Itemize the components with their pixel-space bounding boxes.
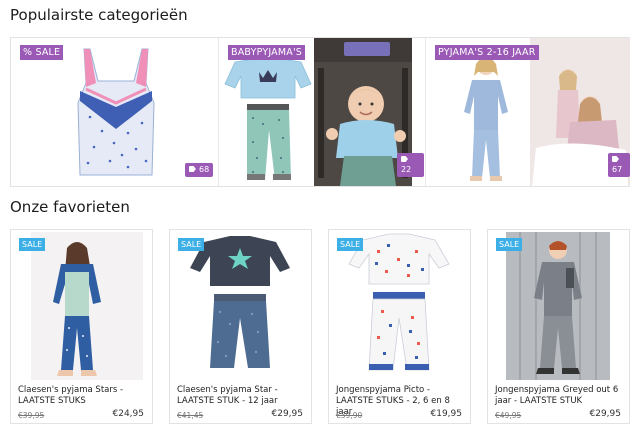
- price: €29,95: [271, 409, 304, 419]
- price: €19,95: [430, 409, 463, 419]
- category-tile-babypyjamas[interactable]: BABYPYJAMA'S 22: [218, 38, 424, 186]
- old-price: €39,90: [336, 411, 363, 420]
- sale-badge: SALE: [496, 238, 523, 251]
- category-label: PYJAMA'S 2-16 JAAR: [435, 45, 539, 60]
- category-tile-pyjamas-2-16[interactable]: PYJAMA'S 2-16 JAAR 67: [425, 38, 630, 186]
- tag-icon: [189, 166, 196, 172]
- category-label: BABYPYJAMA'S: [228, 45, 306, 60]
- girl-pyjama-photo: [31, 232, 143, 380]
- category-count-badge: 22: [397, 153, 424, 177]
- product-title[interactable]: Claesen's pyjama Stars - LAATSTE STUKS: [18, 385, 148, 407]
- old-price: €49,95: [495, 411, 522, 420]
- product-image: [496, 232, 621, 380]
- popular-categories-heading: Populairste categorieën: [10, 6, 188, 24]
- category-count-badge: 68: [185, 163, 214, 177]
- product-title[interactable]: Claesen's pyjama Star - LAATSTE STUK - 1…: [177, 385, 307, 407]
- product-card[interactable]: SALE Jongenspyjama Picto - LAATSTE STUKS…: [328, 229, 471, 424]
- star-pyjama-set: [190, 236, 290, 368]
- old-price: €39,95: [18, 411, 45, 420]
- categories-row: % SALE 68 BABYPYJAMA'S 22 PYJAMA'S 2-16 …: [10, 37, 630, 187]
- product-image: [337, 232, 462, 380]
- product-title[interactable]: Jongenspyjama Greyed out 6 jaar - LAATST…: [495, 385, 625, 407]
- product-card[interactable]: SALE Claesen's pyjama Stars - LAATSTE ST…: [10, 229, 153, 424]
- product-card[interactable]: SALE Jongenspyjama Greyed out 6 jaar - L…: [487, 229, 630, 424]
- sale-badge: SALE: [337, 238, 364, 251]
- product-image: [178, 232, 303, 380]
- price: €29,95: [589, 409, 622, 419]
- category-tile-sale[interactable]: % SALE 68: [11, 38, 216, 186]
- tag-icon: [612, 156, 619, 162]
- product-card[interactable]: SALE Claesen's pyjama Star - LAATSTE STU…: [169, 229, 312, 424]
- old-price: €41,45: [177, 411, 204, 420]
- category-label: % SALE: [20, 45, 64, 60]
- boy-pyjama-photo: [506, 232, 610, 380]
- favorites-heading: Onze favorieten: [10, 198, 130, 216]
- picto-pyjama-set: [348, 233, 450, 371]
- category-image-baby-pyjama-set: [224, 58, 312, 180]
- tag-icon: [401, 156, 408, 162]
- category-count-badge: 67: [608, 153, 630, 177]
- category-image-tanktop: [77, 48, 155, 176]
- category-photo-girl-pyjama: [464, 57, 508, 181]
- product-image: [19, 232, 144, 380]
- sale-badge: SALE: [178, 238, 205, 251]
- sale-badge: SALE: [19, 238, 46, 251]
- price: €24,95: [112, 409, 145, 419]
